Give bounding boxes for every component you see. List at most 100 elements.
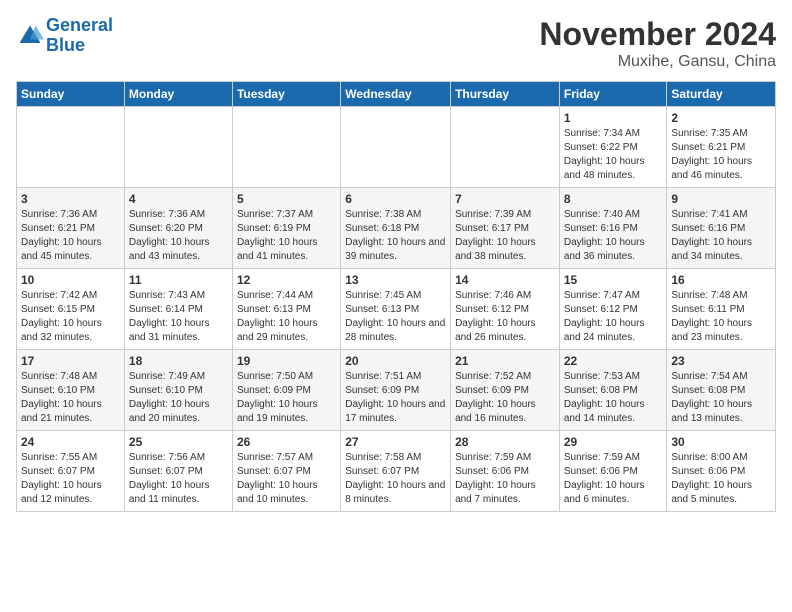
calendar-cell [232, 107, 340, 188]
calendar-cell [17, 107, 125, 188]
day-info: Sunrise: 7:59 AM Sunset: 6:06 PM Dayligh… [564, 451, 663, 507]
calendar-cell: 30Sunrise: 8:00 AM Sunset: 6:06 PM Dayli… [667, 431, 776, 512]
calendar-cell: 8 Sunrise: 7:40 AM Sunset: 6:16 PM Daylig… [559, 188, 667, 269]
day-info: Sunrise: 7:48 AM Sunset: 6:10 PM Dayligh… [21, 370, 120, 426]
logo-icon [16, 22, 44, 50]
day-number: 19 [237, 354, 336, 368]
calendar-cell: 27Sunrise: 7:58 AM Sunset: 6:07 PM Dayli… [341, 431, 451, 512]
logo: General Blue [16, 16, 113, 56]
calendar-cell: 7 Sunrise: 7:39 AM Sunset: 6:17 PM Daylig… [451, 188, 560, 269]
location: Muxihe, Gansu, China [539, 53, 776, 71]
day-number: 2 [671, 111, 771, 125]
month-title: November 2024 [539, 16, 776, 53]
day-number: 14 [455, 273, 555, 287]
day-number: 26 [237, 435, 336, 449]
day-info: Sunrise: 7:42 AM Sunset: 6:15 PM Dayligh… [21, 289, 120, 345]
day-number: 7 [455, 192, 555, 206]
day-info: Sunrise: 7:45 AM Sunset: 6:13 PM Dayligh… [345, 289, 446, 345]
day-info: Sunrise: 7:52 AM Sunset: 6:09 PM Dayligh… [455, 370, 555, 426]
day-number: 27 [345, 435, 446, 449]
weekday-header: Wednesday [341, 82, 451, 107]
day-number: 15 [564, 273, 663, 287]
calendar-cell: 6 Sunrise: 7:38 AM Sunset: 6:18 PM Daylig… [341, 188, 451, 269]
weekday-header: Sunday [17, 82, 125, 107]
calendar-cell: 11 Sunrise: 7:43 AM Sunset: 6:14 PM Dayli… [124, 269, 232, 350]
day-number: 9 [671, 192, 771, 206]
weekday-header-row: SundayMondayTuesdayWednesdayThursdayFrid… [17, 82, 776, 107]
day-info: Sunrise: 7:36 AM Sunset: 6:21 PM Dayligh… [21, 208, 120, 264]
day-number: 29 [564, 435, 663, 449]
day-info: Sunrise: 7:53 AM Sunset: 6:08 PM Dayligh… [564, 370, 663, 426]
calendar-cell: 14 Sunrise: 7:46 AM Sunset: 6:12 PM Dayli… [451, 269, 560, 350]
title-block: November 2024 Muxihe, Gansu, China [539, 16, 776, 71]
day-info: Sunrise: 7:38 AM Sunset: 6:18 PM Dayligh… [345, 208, 446, 264]
calendar-cell: 16Sunrise: 7:48 AM Sunset: 6:11 PM Dayli… [667, 269, 776, 350]
calendar-cell: 22 Sunrise: 7:53 AM Sunset: 6:08 PM Dayli… [559, 350, 667, 431]
day-info: Sunrise: 7:36 AM Sunset: 6:20 PM Dayligh… [129, 208, 228, 264]
day-number: 6 [345, 192, 446, 206]
day-info: Sunrise: 7:44 AM Sunset: 6:13 PM Dayligh… [237, 289, 336, 345]
day-number: 20 [345, 354, 446, 368]
calendar-cell: 24Sunrise: 7:55 AM Sunset: 6:07 PM Dayli… [17, 431, 125, 512]
day-info: Sunrise: 7:43 AM Sunset: 6:14 PM Dayligh… [129, 289, 228, 345]
calendar-cell: 13 Sunrise: 7:45 AM Sunset: 6:13 PM Dayli… [341, 269, 451, 350]
calendar-cell: 18 Sunrise: 7:49 AM Sunset: 6:10 PM Dayli… [124, 350, 232, 431]
day-info: Sunrise: 7:46 AM Sunset: 6:12 PM Dayligh… [455, 289, 555, 345]
weekday-header: Thursday [451, 82, 560, 107]
calendar-week-row: 10 Sunrise: 7:42 AM Sunset: 6:15 PM Dayli… [17, 269, 776, 350]
logo-text: General Blue [46, 16, 113, 56]
day-number: 8 [564, 192, 663, 206]
calendar-week-row: 17Sunrise: 7:48 AM Sunset: 6:10 PM Dayli… [17, 350, 776, 431]
day-number: 22 [564, 354, 663, 368]
page-header: General Blue November 2024 Muxihe, Gansu… [16, 16, 776, 71]
weekday-header: Friday [559, 82, 667, 107]
day-info: Sunrise: 7:40 AM Sunset: 6:16 PM Dayligh… [564, 208, 663, 264]
day-number: 13 [345, 273, 446, 287]
day-info: Sunrise: 7:56 AM Sunset: 6:07 PM Dayligh… [129, 451, 228, 507]
day-info: Sunrise: 7:41 AM Sunset: 6:16 PM Dayligh… [671, 208, 771, 264]
day-info: Sunrise: 7:47 AM Sunset: 6:12 PM Dayligh… [564, 289, 663, 345]
day-info: Sunrise: 7:49 AM Sunset: 6:10 PM Dayligh… [129, 370, 228, 426]
calendar-cell: 29 Sunrise: 7:59 AM Sunset: 6:06 PM Dayli… [559, 431, 667, 512]
day-number: 12 [237, 273, 336, 287]
day-number: 25 [129, 435, 228, 449]
calendar-cell: 26 Sunrise: 7:57 AM Sunset: 6:07 PM Dayli… [232, 431, 340, 512]
day-number: 21 [455, 354, 555, 368]
day-info: Sunrise: 7:54 AM Sunset: 6:08 PM Dayligh… [671, 370, 771, 426]
day-number: 28 [455, 435, 555, 449]
calendar-cell: 25 Sunrise: 7:56 AM Sunset: 6:07 PM Dayli… [124, 431, 232, 512]
day-info: Sunrise: 7:59 AM Sunset: 6:06 PM Dayligh… [455, 451, 555, 507]
calendar-cell: 17Sunrise: 7:48 AM Sunset: 6:10 PM Dayli… [17, 350, 125, 431]
calendar-week-row: 1Sunrise: 7:34 AM Sunset: 6:22 PM Daylig… [17, 107, 776, 188]
calendar-cell: 9 Sunrise: 7:41 AM Sunset: 6:16 PM Daylig… [667, 188, 776, 269]
calendar-cell: 1Sunrise: 7:34 AM Sunset: 6:22 PM Daylig… [559, 107, 667, 188]
day-number: 5 [237, 192, 336, 206]
calendar-cell: 2 Sunrise: 7:35 AM Sunset: 6:21 PM Daylig… [667, 107, 776, 188]
day-number: 23 [671, 354, 771, 368]
calendar-table: SundayMondayTuesdayWednesdayThursdayFrid… [16, 81, 776, 512]
calendar-cell: 12 Sunrise: 7:44 AM Sunset: 6:13 PM Dayli… [232, 269, 340, 350]
day-info: Sunrise: 7:35 AM Sunset: 6:21 PM Dayligh… [671, 127, 771, 183]
calendar-cell: 4 Sunrise: 7:36 AM Sunset: 6:20 PM Daylig… [124, 188, 232, 269]
day-number: 10 [21, 273, 120, 287]
logo-line2: Blue [46, 36, 113, 56]
day-number: 4 [129, 192, 228, 206]
calendar-cell: 3 Sunrise: 7:36 AM Sunset: 6:21 PM Daylig… [17, 188, 125, 269]
day-number: 11 [129, 273, 228, 287]
weekday-header: Saturday [667, 82, 776, 107]
day-info: Sunrise: 8:00 AM Sunset: 6:06 PM Dayligh… [671, 451, 771, 507]
day-number: 18 [129, 354, 228, 368]
day-info: Sunrise: 7:50 AM Sunset: 6:09 PM Dayligh… [237, 370, 336, 426]
calendar-cell: 23 Sunrise: 7:54 AM Sunset: 6:08 PM Dayli… [667, 350, 776, 431]
calendar-cell: 28 Sunrise: 7:59 AM Sunset: 6:06 PM Dayli… [451, 431, 560, 512]
day-info: Sunrise: 7:57 AM Sunset: 6:07 PM Dayligh… [237, 451, 336, 507]
weekday-header: Tuesday [232, 82, 340, 107]
day-number: 3 [21, 192, 120, 206]
calendar-cell [341, 107, 451, 188]
day-number: 24 [21, 435, 120, 449]
calendar-cell: 20Sunrise: 7:51 AM Sunset: 6:09 PM Dayli… [341, 350, 451, 431]
day-info: Sunrise: 7:37 AM Sunset: 6:19 PM Dayligh… [237, 208, 336, 264]
day-info: Sunrise: 7:39 AM Sunset: 6:17 PM Dayligh… [455, 208, 555, 264]
day-number: 16 [671, 273, 771, 287]
calendar-cell: 19 Sunrise: 7:50 AM Sunset: 6:09 PM Dayli… [232, 350, 340, 431]
